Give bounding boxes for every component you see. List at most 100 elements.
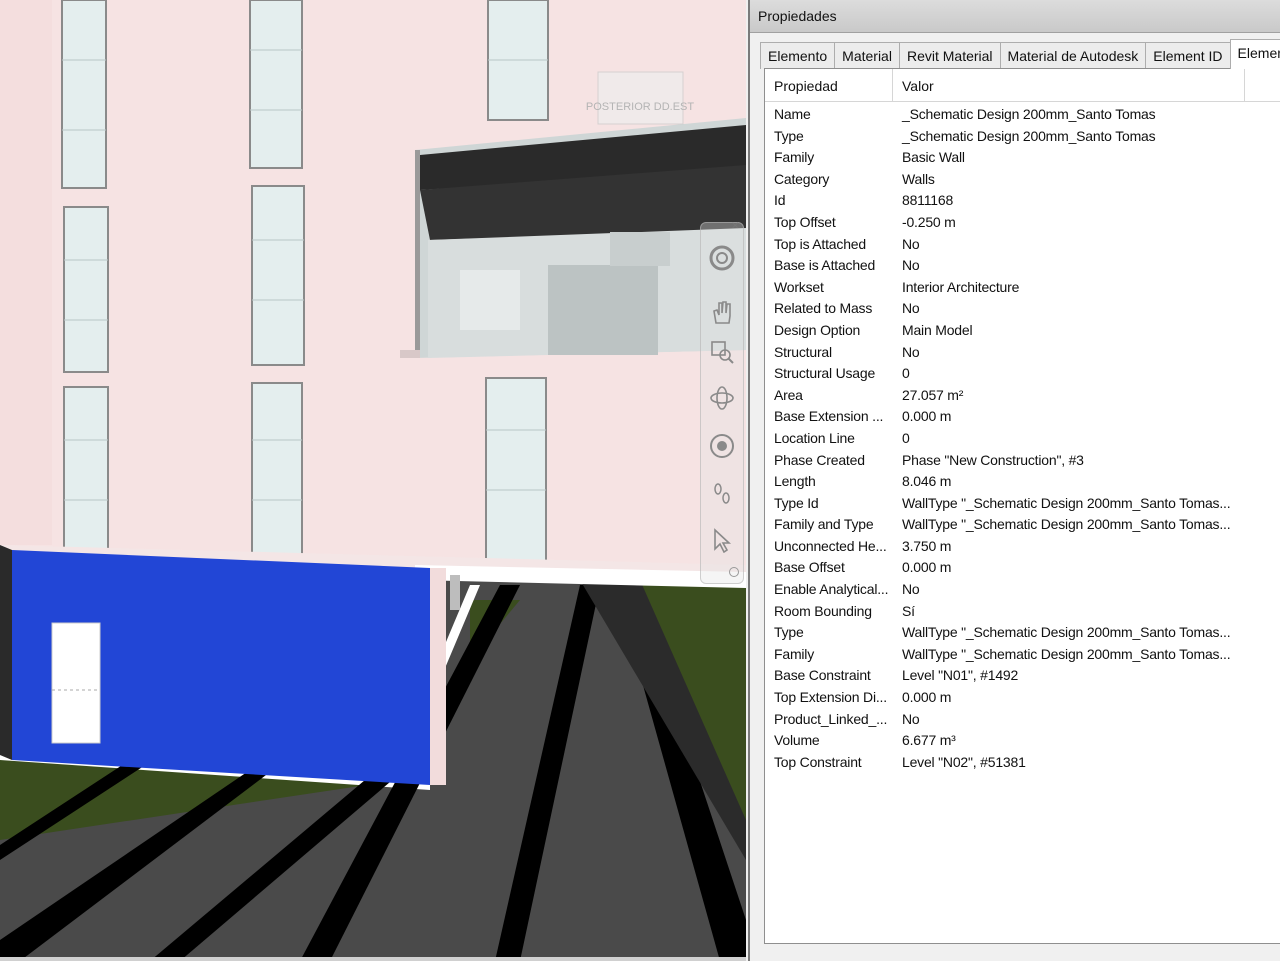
property-value: 0 [902, 429, 910, 446]
property-row[interactable]: Enable Analytical... No [765, 579, 1280, 601]
property-row[interactable]: Family WallType "_Schematic Design 200mm_… [765, 644, 1280, 666]
property-name: Base Offset [774, 559, 845, 576]
property-value: 0 [902, 365, 910, 382]
tab-material-de-autodesk[interactable]: Material de Autodesk [999, 42, 1147, 69]
pan-hand-icon[interactable] [705, 295, 739, 329]
property-row[interactable]: Family Basic Wall [765, 147, 1280, 169]
property-row[interactable]: Product_Linked_... No [765, 709, 1280, 731]
property-value: No [902, 343, 920, 360]
property-row[interactable]: Structural No [765, 342, 1280, 364]
property-row[interactable]: Id 8811168 [765, 190, 1280, 212]
column-header-property[interactable]: Propiedad [765, 69, 893, 101]
property-value: WallType "_Schematic Design 200mm_Santo … [902, 516, 1231, 533]
property-name: Top Extension Di... [774, 689, 887, 706]
property-row[interactable]: Top is Attached No [765, 234, 1280, 256]
property-row[interactable]: Base Offset 0.000 m [765, 557, 1280, 579]
property-name: Family [774, 645, 815, 662]
property-row[interactable]: Type _Schematic Design 200mm_Santo Tomas [765, 126, 1280, 148]
property-value: 0.000 m [902, 408, 952, 425]
property-name: Type [774, 624, 804, 641]
orbit-icon[interactable] [705, 381, 739, 415]
property-name: Base is Attached [774, 257, 876, 274]
property-row[interactable]: Type Id WallType "_Schematic Design 200mm… [765, 493, 1280, 515]
property-value: No [902, 581, 920, 598]
property-row[interactable]: Top Offset -0.250 m [765, 212, 1280, 234]
property-row[interactable]: Room Bounding Sí [765, 601, 1280, 623]
property-row[interactable]: Location Line 0 [765, 428, 1280, 450]
property-name: Category [774, 170, 830, 187]
property-value: Level "N02", #51381 [902, 753, 1026, 770]
property-value: WallType "_Schematic Design 200mm_Santo … [902, 645, 1231, 662]
property-row[interactable]: Base Constraint Level "N01", #1492 [765, 665, 1280, 687]
property-name: Structural [774, 343, 832, 360]
property-value: 0.000 m [902, 559, 952, 576]
select-cursor-icon[interactable] [705, 523, 739, 557]
property-value: 8811168 [902, 192, 954, 209]
viewport-bottom-edge [0, 957, 746, 961]
property-name: Top Offset [774, 213, 836, 230]
property-name: Phase Created [774, 451, 865, 468]
property-row[interactable]: Design Option Main Model [765, 320, 1280, 342]
property-name: Area [774, 386, 803, 403]
property-value: Sí [902, 602, 915, 619]
tab-elemento[interactable]: Elemento [760, 42, 836, 69]
property-row[interactable]: Base is Attached No [765, 255, 1280, 277]
options-icon[interactable] [729, 567, 739, 577]
signage-text: POSTERIOR DD.EST [586, 101, 694, 113]
look-eye-icon[interactable] [705, 429, 739, 463]
close-icon[interactable]: ✕ [731, 221, 739, 232]
property-row[interactable]: Unconnected He... 3.750 m [765, 536, 1280, 558]
property-name: Type [774, 127, 804, 144]
tab-material[interactable]: Material [834, 42, 900, 69]
property-value: 3.750 m [902, 537, 952, 554]
property-name: Type Id [774, 494, 819, 511]
property-value: WallType "_Schematic Design 200mm_Santo … [902, 494, 1231, 511]
property-value: 6.677 m³ [902, 732, 956, 749]
property-row[interactable]: Type WallType "_Schematic Design 200mm_Sa… [765, 622, 1280, 644]
property-name: Base Constraint [774, 667, 871, 684]
zoom-window-icon[interactable] [705, 335, 739, 369]
property-row[interactable]: Volume 6.677 m³ [765, 730, 1280, 752]
properties-panel: Propiedades Elemento Material Revit Mate… [748, 0, 1280, 961]
property-row[interactable]: Category Walls [765, 169, 1280, 191]
tab-element-id[interactable]: Element ID [1145, 42, 1231, 69]
property-row[interactable]: Length 8.046 m [765, 471, 1280, 493]
property-name: Base Extension ... [774, 408, 884, 425]
navigation-bar: ✕ [700, 221, 744, 584]
property-row[interactable]: Related to Mass No [765, 298, 1280, 320]
property-row[interactable]: Base Extension ... 0.000 m [765, 406, 1280, 428]
property-value: 0.000 m [902, 689, 952, 706]
property-row[interactable]: Structural Usage 0 [765, 363, 1280, 385]
building-scene: POSTERIOR DD.EST [0, 0, 746, 961]
property-value: 8.046 m [902, 473, 952, 490]
property-value: _Schematic Design 200mm_Santo Tomas [902, 127, 1156, 144]
property-name: Family and Type [774, 516, 874, 533]
property-value: 27.057 m² [902, 386, 964, 403]
tab-revit-material[interactable]: Revit Material [898, 42, 1001, 69]
property-row[interactable]: Area 27.057 m² [765, 385, 1280, 407]
3d-viewport[interactable]: POSTERIOR DD.EST ✕ [0, 0, 746, 961]
tab-element[interactable]: Element [1229, 39, 1280, 69]
property-name: Top is Attached [774, 235, 866, 252]
column-header-value[interactable]: Valor [893, 69, 1245, 101]
property-value: No [902, 710, 920, 727]
property-name: Design Option [774, 321, 861, 338]
property-value: Walls [902, 170, 935, 187]
property-name: Enable Analytical... [774, 581, 889, 598]
property-name: Length [774, 473, 816, 490]
property-name: Workset [774, 278, 824, 295]
property-value: Phase "New Construction", #3 [902, 451, 1084, 468]
property-value: Interior Architecture [902, 278, 1020, 295]
grid-header: Propiedad Valor [765, 69, 1280, 102]
property-row[interactable]: Top Constraint Level "N02", #51381 [765, 752, 1280, 774]
property-row[interactable]: Phase Created Phase "New Construction", #… [765, 450, 1280, 472]
property-name: Top Constraint [774, 753, 862, 770]
property-value: Level "N01", #1492 [902, 667, 1019, 684]
property-row[interactable]: Top Extension Di... 0.000 m [765, 687, 1280, 709]
property-row[interactable]: Family and Type WallType "_Schematic Desi… [765, 514, 1280, 536]
property-row[interactable]: Workset Interior Architecture [765, 277, 1280, 299]
property-row[interactable]: Name _Schematic Design 200mm_Santo Tomas [765, 104, 1280, 126]
property-value: Basic Wall [902, 149, 965, 166]
walk-footsteps-icon[interactable] [705, 477, 739, 511]
steering-wheel-icon[interactable] [705, 241, 739, 275]
